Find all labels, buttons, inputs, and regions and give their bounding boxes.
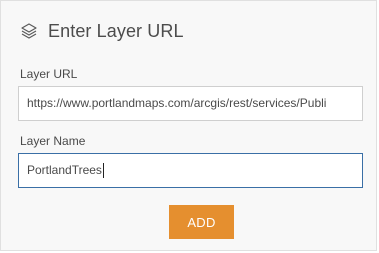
panel-header: Enter Layer URL — [19, 19, 184, 43]
add-layer-panel: Enter Layer URL Layer URL https://www.po… — [0, 0, 377, 251]
add-button[interactable]: ADD — [169, 205, 234, 239]
layer-name-input[interactable]: PortlandTrees — [18, 153, 363, 188]
panel-title: Enter Layer URL — [48, 20, 184, 41]
layer-url-value: https://www.portlandmaps.com/arcgis/rest… — [27, 96, 327, 110]
text-caret — [102, 163, 104, 178]
layer-name-label: Layer Name — [20, 134, 86, 148]
layer-name-value: PortlandTrees — [27, 163, 102, 177]
layer-url-label: Layer URL — [20, 67, 78, 81]
layers-icon — [19, 21, 39, 41]
layer-url-input[interactable]: https://www.portlandmaps.com/arcgis/rest… — [18, 86, 363, 121]
